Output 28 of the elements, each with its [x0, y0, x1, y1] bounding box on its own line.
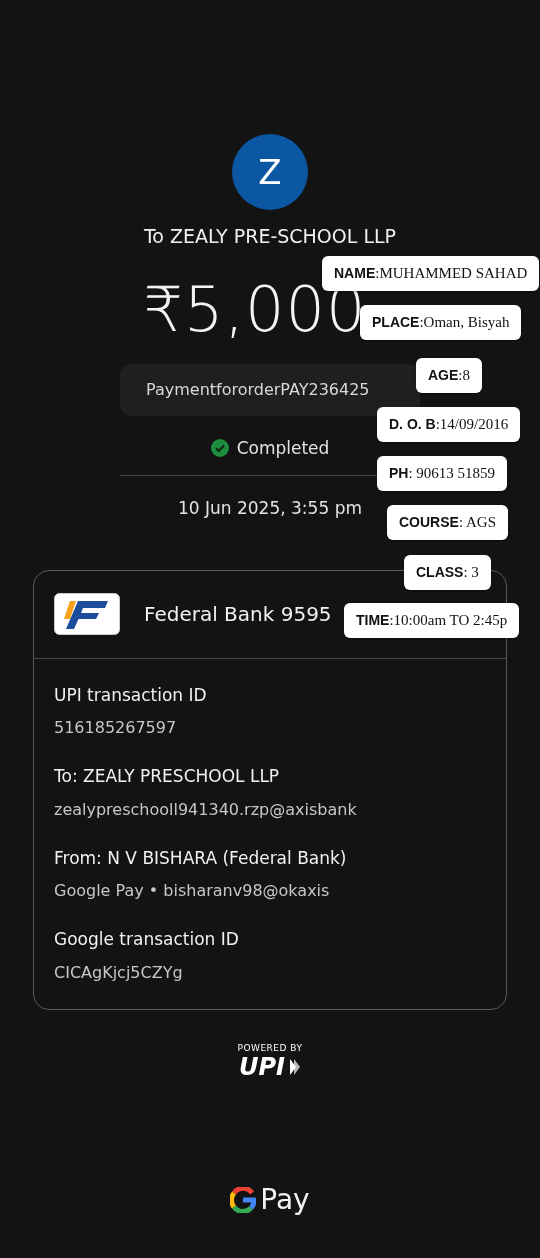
detail-label: Google transaction ID: [54, 928, 240, 952]
overlay-label: AGE:8: [416, 358, 482, 393]
overlay-label: TIME:10:00am TO 2:45p: [344, 603, 520, 638]
detail-value: Google Pay • bisharanv98@okaxis: [54, 880, 331, 903]
detail-value: zealypreschooll941340.rzp@axisbank: [54, 798, 358, 821]
overlay-label: PLACE:Oman, Bisyah: [360, 305, 522, 340]
detail-value: CICAgKjcj5CZYg: [54, 961, 184, 984]
overlay-label: NAME:MUHAMMED SAHAD: [322, 256, 540, 291]
overlay-label: COURSE: AGS: [387, 505, 508, 540]
payment-note: PaymentfororderPAY236425: [120, 363, 420, 416]
powered-by-caption: POWERED BY: [237, 1041, 303, 1055]
status-text: Completed: [236, 436, 330, 460]
detail-label: UPI transaction ID: [54, 683, 208, 707]
detail-value: 516185267597: [54, 717, 178, 740]
overlay-label: PH: 90613 51859: [377, 456, 508, 491]
google-g-icon: [230, 1187, 257, 1214]
bank-logo-icon: [54, 593, 120, 636]
overlay-label: D. O. B:14/09/2016: [377, 407, 521, 442]
overlay-label: CLASS: 3: [404, 555, 491, 590]
brand-name: Pay: [260, 1182, 310, 1219]
date-time: 10 Jun 2025, 3:55 pm: [178, 497, 362, 521]
arrow-icon: [289, 1058, 301, 1077]
payee-name: To ZEALY PRE-SCHOOL LLP: [143, 224, 397, 249]
bank-account: Federal Bank 9595: [144, 601, 332, 629]
avatar: Z: [232, 134, 308, 210]
detail-label: To: ZEALY PRESCHOOL LLP: [54, 765, 281, 789]
upi-logo: UPI: [239, 1055, 285, 1080]
detail-label: From: N V BISHARA (Federal Bank): [54, 846, 348, 870]
